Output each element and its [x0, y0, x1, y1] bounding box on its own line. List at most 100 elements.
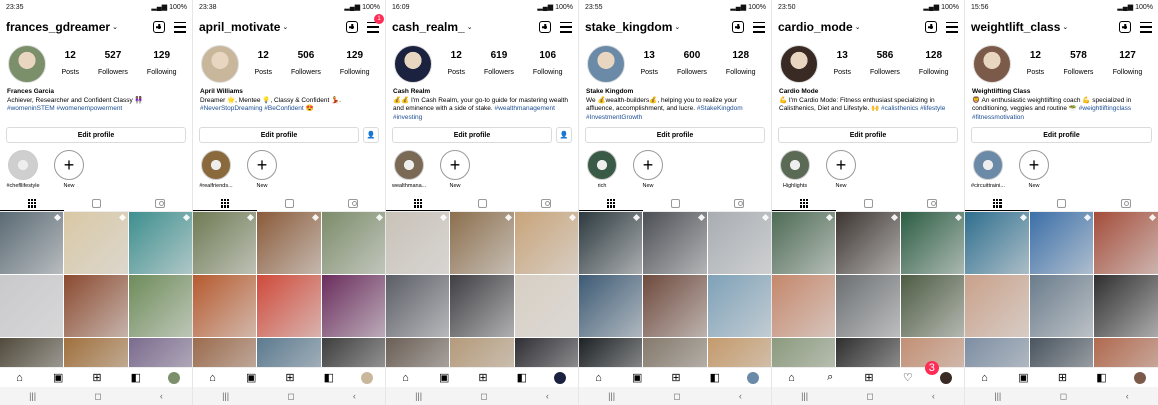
- new-story[interactable]: + New: [245, 150, 279, 196]
- new-story[interactable]: + New: [438, 150, 472, 196]
- tab-tagged[interactable]: [1094, 196, 1158, 211]
- following-count[interactable]: 129 Following: [147, 50, 177, 79]
- menu-icon[interactable]: [946, 21, 958, 33]
- add-user-icon[interactable]: 👤: [556, 127, 572, 143]
- shop-icon[interactable]: ◧: [1095, 371, 1109, 385]
- profile-icon[interactable]: [746, 371, 759, 384]
- following-count[interactable]: 128 Following: [919, 50, 949, 79]
- followers-count[interactable]: 586 Followers: [870, 50, 900, 79]
- create-post-icon[interactable]: [346, 21, 358, 33]
- search-icon[interactable]: ⌕: [823, 371, 837, 385]
- home-button-icon[interactable]: ◻: [1060, 391, 1067, 402]
- new-story[interactable]: + New: [52, 150, 86, 196]
- story-highlight[interactable]: Highlights: [778, 150, 812, 196]
- back-icon[interactable]: ‹: [546, 391, 549, 401]
- tab-posts[interactable]: [0, 196, 64, 211]
- bio-hashtags[interactable]: #womeninSTEM #womenempowerment: [7, 105, 122, 112]
- create-post-icon[interactable]: [1119, 21, 1131, 33]
- create-icon[interactable]: ⊞: [90, 371, 104, 385]
- home-icon[interactable]: ⌂: [784, 371, 798, 385]
- tab-tagged[interactable]: [321, 196, 385, 211]
- post-thumbnail[interactable]: [450, 212, 514, 274]
- followers-count[interactable]: 578 Followers: [1063, 50, 1093, 79]
- edit-profile-button[interactable]: Edit profile: [778, 127, 958, 143]
- post-thumbnail[interactable]: [579, 212, 643, 274]
- tab-posts[interactable]: [193, 196, 257, 211]
- username-switcher[interactable]: frances_gdreamer ⌄: [6, 20, 118, 34]
- create-icon[interactable]: ⊞: [476, 371, 490, 385]
- menu-icon[interactable]: [753, 21, 765, 33]
- post-thumbnail[interactable]: [321, 275, 385, 337]
- profile-icon[interactable]: [167, 371, 180, 384]
- story-highlight[interactable]: rich: [585, 150, 619, 196]
- following-count[interactable]: 127 Following: [1113, 50, 1143, 79]
- home-icon[interactable]: ⌂: [12, 371, 26, 385]
- profile-icon[interactable]: [939, 371, 952, 384]
- post-thumbnail[interactable]: [0, 212, 64, 274]
- profile-avatar[interactable]: [394, 45, 432, 83]
- username-switcher[interactable]: cardio_mode ⌄: [778, 20, 861, 34]
- create-icon[interactable]: ⊞: [283, 371, 297, 385]
- back-icon[interactable]: ‹: [353, 391, 356, 401]
- bio-hashtags[interactable]: #calisthenics #lifestyle: [881, 105, 945, 112]
- profile-avatar[interactable]: [8, 45, 46, 83]
- post-thumbnail[interactable]: [514, 212, 578, 274]
- reels-icon[interactable]: ▣: [51, 371, 65, 385]
- post-thumbnail[interactable]: [257, 275, 321, 337]
- post-thumbnail[interactable]: [193, 212, 257, 274]
- post-thumbnail[interactable]: [707, 275, 771, 337]
- post-thumbnail[interactable]: [64, 275, 128, 337]
- post-thumbnail[interactable]: [386, 212, 450, 274]
- post-thumbnail[interactable]: [450, 275, 514, 337]
- shop-icon[interactable]: ◧: [322, 371, 336, 385]
- post-thumbnail[interactable]: [1094, 275, 1158, 337]
- create-post-icon[interactable]: [539, 21, 551, 33]
- create-post-icon[interactable]: [153, 21, 165, 33]
- post-thumbnail[interactable]: [579, 275, 643, 337]
- username-switcher[interactable]: stake_kingdom ⌄: [585, 20, 680, 34]
- story-highlight[interactable]: #chefllifestyle: [6, 150, 40, 196]
- reels-icon[interactable]: ▣: [1017, 371, 1031, 385]
- post-thumbnail[interactable]: [386, 275, 450, 337]
- recents-icon[interactable]: |||: [994, 391, 1001, 401]
- new-story[interactable]: + New: [824, 150, 858, 196]
- post-thumbnail[interactable]: [1029, 275, 1094, 337]
- tab-tagged[interactable]: [128, 196, 192, 211]
- posts-count[interactable]: 13 Posts: [640, 50, 658, 79]
- tab-reels[interactable]: [257, 196, 321, 211]
- home-icon[interactable]: ⌂: [978, 371, 992, 385]
- post-thumbnail[interactable]: [321, 212, 385, 274]
- menu-icon[interactable]: [174, 21, 186, 33]
- new-story[interactable]: + New: [631, 150, 665, 196]
- home-icon[interactable]: ⌂: [205, 371, 219, 385]
- posts-count[interactable]: 12 Posts: [447, 50, 465, 79]
- username-switcher[interactable]: weightlift_class ⌄: [971, 20, 1068, 34]
- followers-count[interactable]: 527 Followers: [98, 50, 128, 79]
- post-thumbnail[interactable]: [836, 275, 900, 337]
- post-thumbnail[interactable]: [643, 212, 707, 274]
- menu-icon[interactable]: [1140, 21, 1152, 33]
- post-thumbnail[interactable]: [965, 275, 1029, 337]
- profile-avatar[interactable]: [201, 45, 239, 83]
- reels-icon[interactable]: ▣: [244, 371, 258, 385]
- shop-icon[interactable]: ◧: [515, 371, 529, 385]
- tab-reels[interactable]: [1029, 196, 1093, 211]
- following-count[interactable]: 129 Following: [340, 50, 370, 79]
- post-thumbnail[interactable]: [514, 275, 578, 337]
- home-button-icon[interactable]: ◻: [480, 391, 487, 402]
- post-thumbnail[interactable]: [965, 212, 1029, 274]
- post-thumbnail[interactable]: [193, 275, 257, 337]
- profile-avatar[interactable]: [780, 45, 818, 83]
- create-post-icon[interactable]: [925, 21, 937, 33]
- recents-icon[interactable]: |||: [222, 391, 229, 401]
- create-icon[interactable]: ⊞: [1056, 371, 1070, 385]
- bio-hashtags[interactable]: #NeverStopDreaming #BeConfident 😍: [200, 105, 314, 112]
- following-count[interactable]: 106 Following: [533, 50, 563, 79]
- followers-count[interactable]: 600 Followers: [677, 50, 707, 79]
- back-icon[interactable]: ‹: [1126, 391, 1129, 401]
- home-button-icon[interactable]: ◻: [94, 391, 101, 402]
- create-icon[interactable]: ⊞: [669, 371, 683, 385]
- create-icon[interactable]: ⊞: [862, 371, 876, 385]
- new-story[interactable]: + New: [1017, 150, 1051, 196]
- tab-reels[interactable]: [64, 196, 128, 211]
